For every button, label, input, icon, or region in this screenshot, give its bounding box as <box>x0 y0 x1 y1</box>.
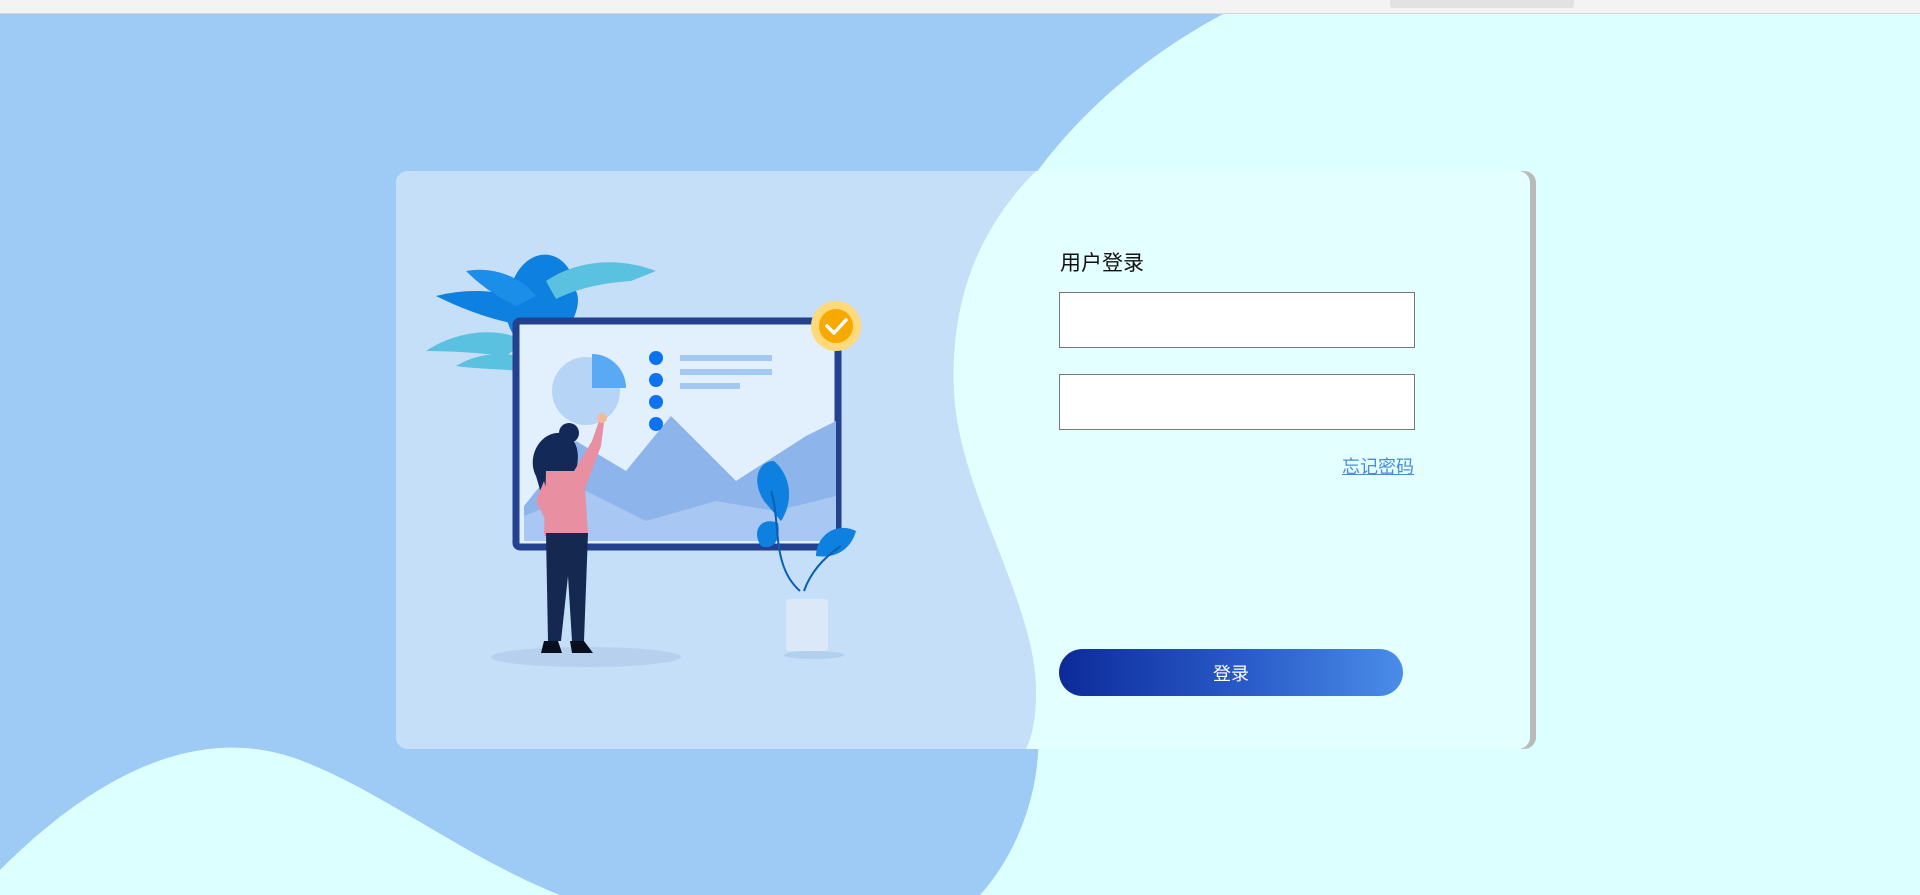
login-form: 用户登录 忘记密码 登录 <box>1059 249 1419 696</box>
username-input[interactable] <box>1059 292 1415 348</box>
login-title: 用户登录 <box>1060 251 1144 275</box>
browser-tab-remnant <box>1390 0 1574 8</box>
browser-toolbar-remnant <box>0 0 1920 14</box>
checkmark-badge-icon <box>811 301 861 351</box>
forgot-password-link[interactable]: 忘记密码 <box>1342 453 1414 479</box>
password-input[interactable] <box>1059 374 1415 430</box>
login-card: 用户登录 忘记密码 登录 <box>396 171 1530 749</box>
login-button[interactable]: 登录 <box>1059 649 1403 696</box>
forgot-password-row: 忘记密码 <box>1059 453 1419 479</box>
